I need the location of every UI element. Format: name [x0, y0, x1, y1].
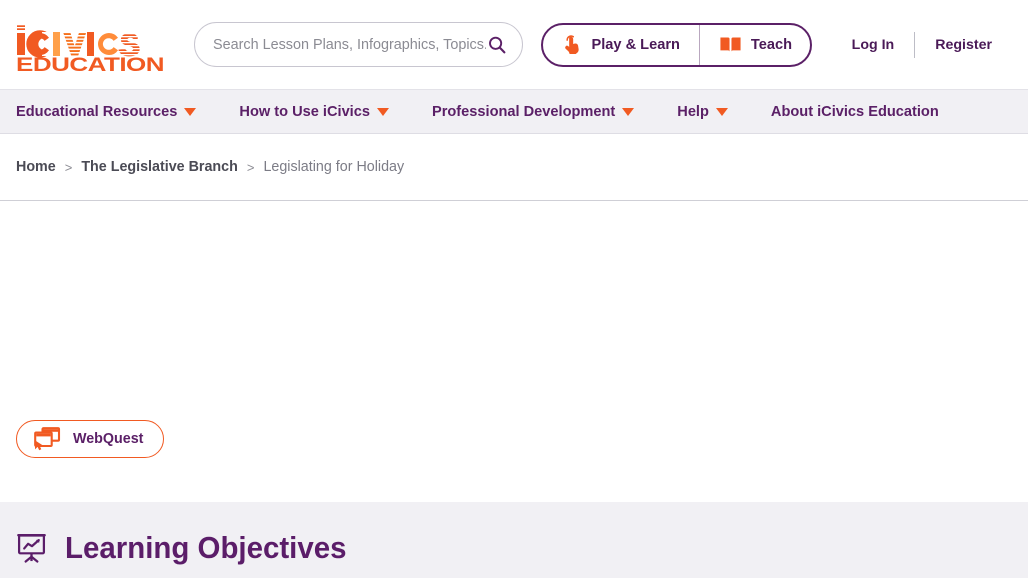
hand-tap-icon	[564, 35, 579, 54]
svg-text:EDUCATION: EDUCATION	[16, 54, 164, 74]
play-and-learn-button[interactable]: Play & Learn	[543, 25, 699, 65]
page-root: EDUCATION Play & Learn	[0, 0, 1028, 578]
chevron-down-icon	[376, 107, 389, 116]
breadcrumb-item-home[interactable]: Home	[16, 159, 56, 175]
search-icon	[488, 36, 505, 53]
section-header: Learning Objectives	[16, 532, 361, 563]
hero-section: WebQuest Legislating for Holiday Sign up…	[0, 201, 1028, 578]
badge-label: WebQuest	[73, 431, 144, 447]
breadcrumb-separator: >	[64, 159, 73, 175]
search-input[interactable]	[213, 36, 486, 53]
primary-action-group: Play & Learn Teach	[540, 22, 812, 67]
auth-links: Log In Register	[832, 31, 1012, 58]
content-type-badge-webquest[interactable]: WebQuest	[16, 420, 165, 458]
site-header: EDUCATION Play & Learn	[0, 0, 1028, 89]
search-button[interactable]	[486, 34, 508, 56]
nav-item-professional-development[interactable]: Professional Development	[431, 103, 635, 120]
icivics-education-logo[interactable]: EDUCATION	[16, 18, 166, 76]
breadcrumb-item-the-legislative-branch[interactable]: The Legislative Branch	[81, 159, 238, 175]
nav-label: Help	[677, 103, 709, 120]
teach-button[interactable]: Teach	[700, 25, 810, 65]
webquest-window-icon	[34, 427, 61, 451]
presentation-chart-icon	[17, 533, 46, 563]
login-link[interactable]: Log In	[832, 37, 915, 53]
chevron-down-icon	[622, 107, 635, 116]
play-and-learn-label: Play & Learn	[591, 36, 680, 53]
open-book-icon	[720, 37, 741, 52]
nav-item-educational-resources[interactable]: Educational Resources	[16, 103, 197, 120]
chevron-down-icon	[715, 107, 728, 116]
main-navigation: Educational Resources How to Use iCivics…	[0, 89, 1028, 134]
search-bar[interactable]	[194, 22, 523, 67]
breadcrumb: Home > The Legislative Branch > Legislat…	[0, 134, 1028, 201]
nav-item-about-icivics-education[interactable]: About iCivics Education	[771, 104, 939, 120]
nav-label: How to Use iCivics	[239, 103, 370, 120]
logo-icon: EDUCATION	[16, 24, 164, 76]
breadcrumb-item-current: Legislating for Holiday	[263, 159, 405, 175]
chevron-down-icon	[184, 107, 197, 116]
nav-item-how-to-use-icivics[interactable]: How to Use iCivics	[239, 104, 389, 120]
section-title: Learning Objectives	[65, 530, 347, 565]
nav-label: Educational Resources	[16, 103, 178, 120]
learning-objectives-section: Learning Objectives	[0, 502, 1028, 578]
breadcrumb-separator: >	[246, 159, 255, 175]
nav-item-help[interactable]: Help	[677, 104, 728, 120]
teach-label: Teach	[750, 36, 793, 53]
nav-label: About iCivics Education	[770, 103, 939, 120]
register-link[interactable]: Register	[915, 37, 1012, 53]
nav-label: Professional Development	[431, 103, 616, 120]
